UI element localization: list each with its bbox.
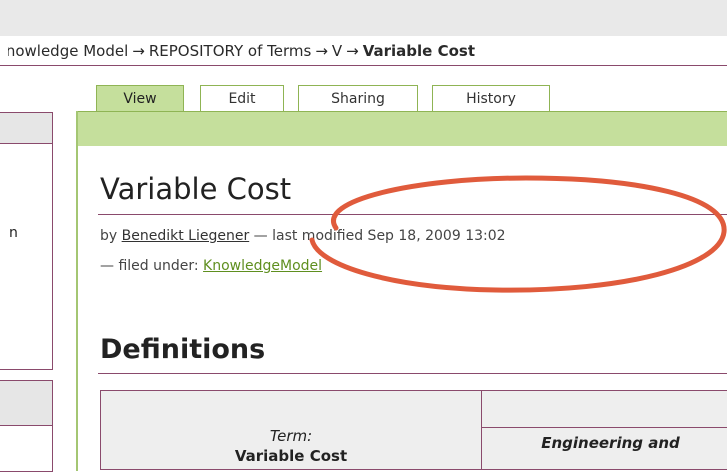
tab-view[interactable]: View [96, 85, 184, 112]
breadcrumb-separator: → [132, 42, 145, 60]
term-value: Variable Cost [101, 447, 481, 465]
term-label: Term: [101, 427, 481, 445]
term-cell: Term: Variable Cost [101, 391, 482, 470]
definitions-table: Term: Variable Cost Engineering and [100, 390, 727, 470]
breadcrumb-item-knowledge-model[interactable]: Knowledge Model [8, 42, 128, 60]
section-divider [98, 373, 727, 374]
filed-under-prefix: — filed under: [100, 258, 199, 274]
content-actions-bar [76, 111, 727, 147]
sidebar-portlet-text: n [9, 225, 18, 241]
tab-history[interactable]: History [432, 85, 550, 112]
breadcrumb-item-repository[interactable]: REPOSITORY of Terms [149, 42, 311, 60]
annotation-ellipse-stroke [312, 178, 724, 290]
tab-edit[interactable]: Edit [200, 85, 284, 112]
sidebar-portlet-header [0, 113, 52, 144]
filed-under: — filed under: KnowledgeModel [100, 258, 322, 274]
author-link[interactable]: Benedikt Liegener [122, 228, 250, 244]
breadcrumb: Knowledge Model→REPOSITORY of Terms→V→Va… [8, 38, 727, 64]
page-title: Variable Cost [100, 172, 291, 206]
table-header-cell [482, 391, 727, 428]
sidebar-portlet: n [0, 112, 53, 370]
sidebar-portlet-2-header [0, 381, 52, 426]
column-header-engineering: Engineering and [482, 428, 727, 470]
section-heading: Definitions [100, 334, 265, 365]
byline-prefix: by [100, 228, 117, 244]
breadcrumb-separator: → [315, 42, 328, 60]
breadcrumb-item-v[interactable]: V [332, 42, 342, 60]
breadcrumb-divider [0, 65, 727, 66]
tab-sharing[interactable]: Sharing [298, 85, 418, 112]
breadcrumb-current: Variable Cost [363, 42, 475, 60]
top-toolbar [0, 0, 727, 36]
sidebar-portlet-2 [0, 380, 53, 472]
breadcrumb-separator: → [346, 42, 359, 60]
annotation-ellipse [296, 174, 727, 296]
